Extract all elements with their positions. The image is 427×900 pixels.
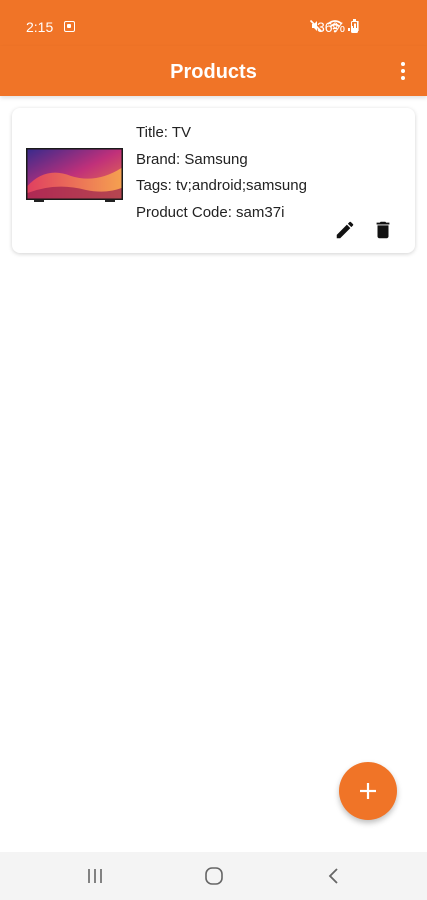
- product-tags: Tags: tv;android;samsung: [136, 177, 307, 194]
- more-vert-icon[interactable]: [393, 60, 413, 82]
- add-icon: [360, 783, 376, 799]
- battery-percent: 36%: [317, 19, 346, 35]
- home-icon[interactable]: [202, 864, 226, 888]
- product-code: Product Code: sam37i: [136, 203, 285, 221]
- product-brand: Brand: Samsung: [136, 150, 248, 168]
- product-card[interactable]: Title: TV Brand: Samsung Tags: tv;androi…: [12, 108, 415, 253]
- app-bar: Products: [0, 46, 427, 96]
- card-actions: [333, 218, 395, 242]
- status-bar: 2:15 36%: [0, 0, 427, 46]
- product-details: Title: TV Brand: Samsung Tags: tv;androi…: [136, 120, 307, 226]
- page-title: Products: [170, 61, 257, 83]
- menu-dot: [401, 69, 405, 73]
- menu-dot: [401, 62, 405, 66]
- add-product-button[interactable]: [339, 762, 397, 820]
- back-icon[interactable]: [322, 864, 346, 888]
- menu-dot: [401, 76, 405, 80]
- battery-icon: [351, 19, 358, 33]
- product-title: Title: TV: [136, 124, 192, 141]
- recents-icon[interactable]: [83, 864, 107, 888]
- delete-icon[interactable]: [371, 218, 395, 242]
- edit-icon[interactable]: [333, 218, 357, 242]
- tv-thumbnail-image: [26, 148, 123, 202]
- status-time: 2:15: [26, 19, 54, 35]
- gallery-notification-icon: [64, 21, 75, 32]
- system-nav-bar: [0, 852, 427, 900]
